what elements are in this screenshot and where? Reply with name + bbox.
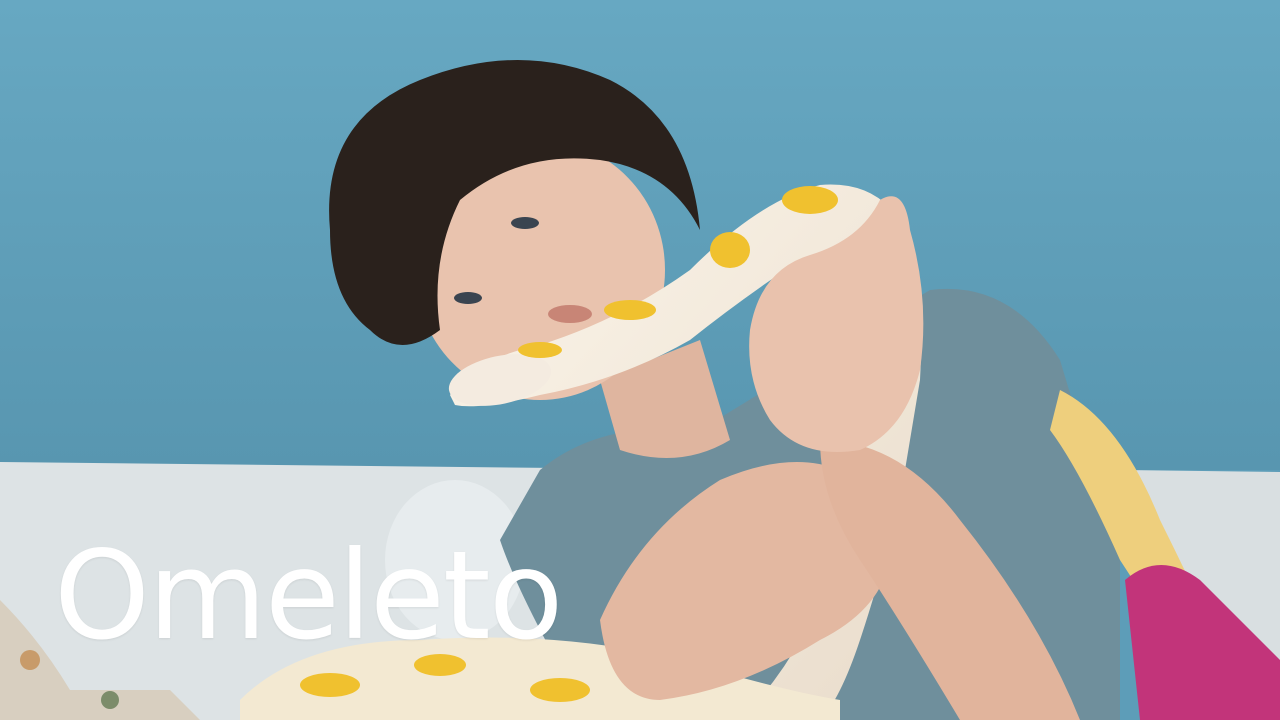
left-eye	[454, 292, 482, 304]
snake-spot	[300, 673, 360, 697]
snake-spot	[530, 678, 590, 702]
snake-spot	[604, 300, 656, 320]
right-eye	[511, 217, 539, 229]
floral-dot	[101, 691, 119, 709]
floral-dot	[20, 650, 40, 670]
snake-spot	[518, 342, 562, 358]
snake-spot	[782, 186, 838, 214]
mouth	[548, 305, 592, 323]
snake-spot	[710, 232, 750, 268]
omeleto-watermark: Omeleto	[54, 525, 563, 667]
